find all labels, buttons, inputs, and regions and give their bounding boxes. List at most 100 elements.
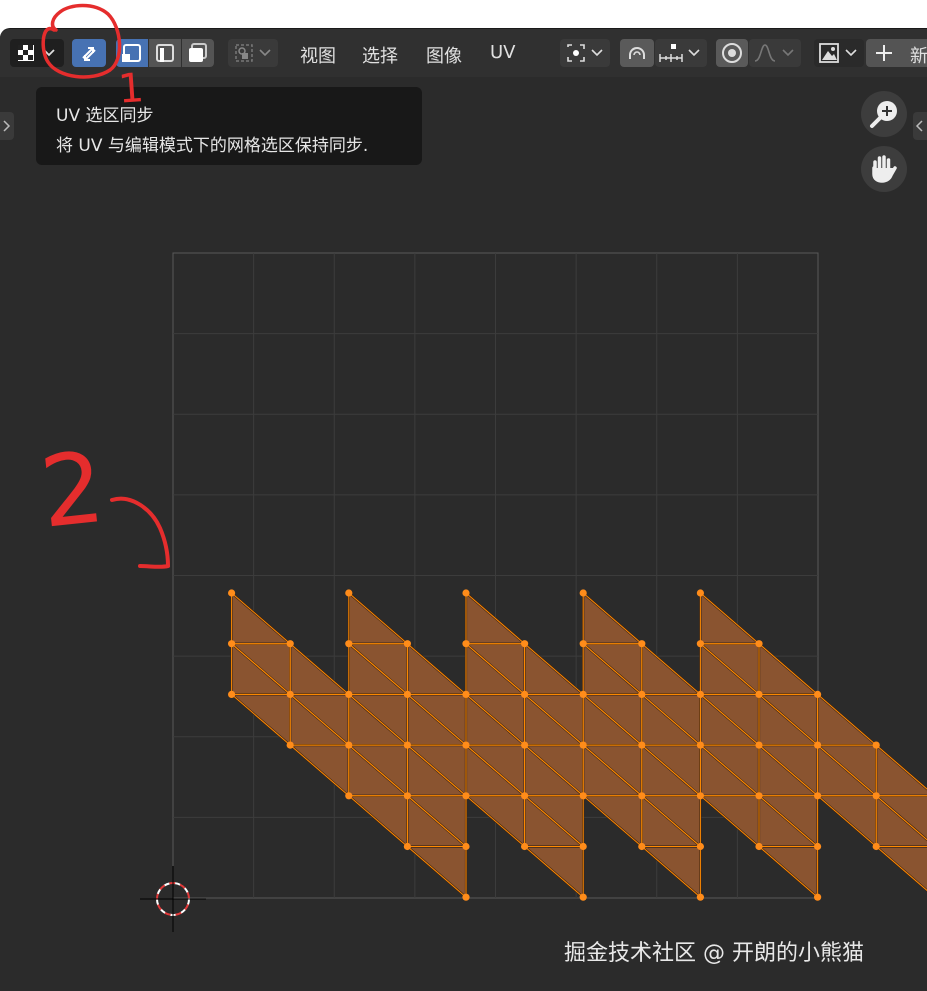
menu-image[interactable]: 图像 — [426, 42, 462, 68]
pivot-point-button[interactable] — [560, 39, 610, 67]
uv-vertex — [462, 893, 470, 901]
plus-icon — [876, 45, 892, 61]
vertex-select-mode-button[interactable] — [116, 39, 148, 67]
uv-vertex — [638, 690, 646, 699]
uv-vertex — [755, 842, 763, 851]
menu-view[interactable]: 视图 — [300, 42, 336, 68]
uv-vertex — [403, 741, 411, 749]
proportional-falloff-button[interactable] — [749, 39, 801, 67]
uv-vertex — [345, 589, 353, 597]
right-sidebar-toggle[interactable] — [913, 112, 927, 140]
uv-vertex — [696, 842, 705, 851]
uv-face — [875, 743, 927, 797]
uv-editor: 视图 选择 图像 UV 新 UV 选区同步 将 UV 与编辑模式下的网格选区保持… — [0, 28, 927, 991]
uv-vertex — [228, 589, 236, 597]
uv-vertex — [814, 792, 822, 800]
pan-view-button[interactable] — [861, 146, 907, 192]
uv-vertex — [462, 792, 470, 800]
uv-vertex — [345, 640, 353, 648]
uv-vertex — [755, 690, 763, 699]
sticky-selection-icon — [235, 44, 271, 62]
uv-vertex — [286, 741, 294, 749]
uv-vertex — [638, 640, 646, 648]
chevron-right-icon — [3, 120, 11, 132]
uv-vertex — [638, 792, 646, 800]
hand-icon — [872, 155, 897, 183]
uv-vertex — [521, 690, 529, 699]
uv-vertex — [462, 741, 470, 749]
menu-select[interactable]: 选择 — [362, 42, 398, 68]
image-icon — [819, 43, 857, 63]
uv-vertex — [579, 893, 587, 901]
sync-arrows-icon — [82, 47, 96, 61]
proportional-editing-button[interactable] — [716, 39, 748, 67]
uv-vertex — [872, 741, 880, 749]
uv-vertex — [345, 792, 353, 800]
watermark: 掘金技术社区 @ 开朗的小熊猫 — [564, 941, 864, 966]
sync-selection-tooltip: UV 选区同步 将 UV 与编辑模式下的网格选区保持同步. — [36, 87, 422, 165]
uv-vertex — [521, 792, 529, 800]
uv-vertex — [696, 792, 705, 800]
uv-vertex — [638, 842, 646, 851]
edge-select-icon — [156, 44, 174, 62]
uv-vertex — [696, 640, 705, 648]
uv-face — [875, 845, 927, 892]
edge-select-mode-button[interactable] — [149, 39, 181, 67]
uv-vertex — [579, 741, 587, 749]
image-browse-button[interactable] — [814, 39, 864, 67]
uv-vertex — [579, 842, 587, 851]
uv-vertex — [462, 842, 470, 851]
new-image-button[interactable]: 新 — [866, 39, 927, 67]
vertex-select-icon — [122, 44, 141, 62]
face-select-mode-button[interactable] — [182, 39, 214, 67]
menu-uv[interactable]: UV — [490, 42, 516, 63]
uv-vertex — [755, 741, 763, 749]
tooltip-title: UV 选区同步 — [56, 106, 154, 126]
uv-vertex — [755, 792, 763, 800]
snap-toggle-button[interactable] — [620, 39, 654, 67]
uv-viewport[interactable] — [0, 29, 927, 991]
uv-vertex — [814, 893, 822, 901]
uv-vertex — [228, 690, 236, 699]
editor-header: 视图 选择 图像 UV 新 — [0, 29, 927, 77]
2d-cursor-icon[interactable] — [140, 866, 206, 932]
uv-vertex — [872, 842, 880, 851]
magnet-icon — [629, 47, 645, 59]
uv-vertex — [579, 640, 587, 648]
uv-vertex — [462, 690, 470, 699]
uv-vertex — [462, 589, 470, 597]
uv-vertex — [814, 842, 822, 851]
uv-vertex — [403, 842, 411, 851]
uv-vertex — [696, 589, 705, 597]
uv-vertex — [696, 741, 705, 749]
uv-vertex — [696, 690, 705, 699]
new-image-label: 新 — [910, 46, 927, 67]
uv-vertex — [345, 690, 353, 699]
uv-vertex — [872, 792, 880, 800]
left-toolbar-toggle[interactable] — [0, 112, 14, 140]
uv-vertex — [521, 741, 529, 749]
uv-vertex — [814, 690, 822, 699]
zoom-view-button[interactable] — [861, 91, 907, 137]
face-select-icon — [189, 43, 207, 62]
uv-vertex — [755, 640, 763, 648]
snap-target-button[interactable] — [655, 39, 707, 67]
checker-icon — [18, 45, 55, 61]
tooltip-description: 将 UV 与编辑模式下的网格选区保持同步. — [56, 136, 369, 156]
uv-vertex — [579, 690, 587, 699]
increment-snap-icon — [659, 44, 700, 62]
proportional-editing-icon — [722, 43, 742, 63]
uv-vertex — [521, 842, 529, 851]
uv-vertex — [286, 640, 294, 648]
chevron-left-icon — [915, 120, 923, 132]
uv-vertex — [462, 640, 470, 648]
uv-vertex — [521, 640, 529, 648]
uv-sync-selection-button[interactable] — [72, 39, 106, 67]
uv-vertex — [228, 640, 236, 648]
zoom-icon — [870, 101, 897, 128]
pivot-point-icon — [567, 44, 603, 62]
uv-vertex — [638, 741, 646, 749]
editor-type-button[interactable] — [10, 39, 64, 67]
uv-vertex — [345, 741, 353, 749]
sticky-selection-mode-button[interactable] — [228, 39, 278, 67]
